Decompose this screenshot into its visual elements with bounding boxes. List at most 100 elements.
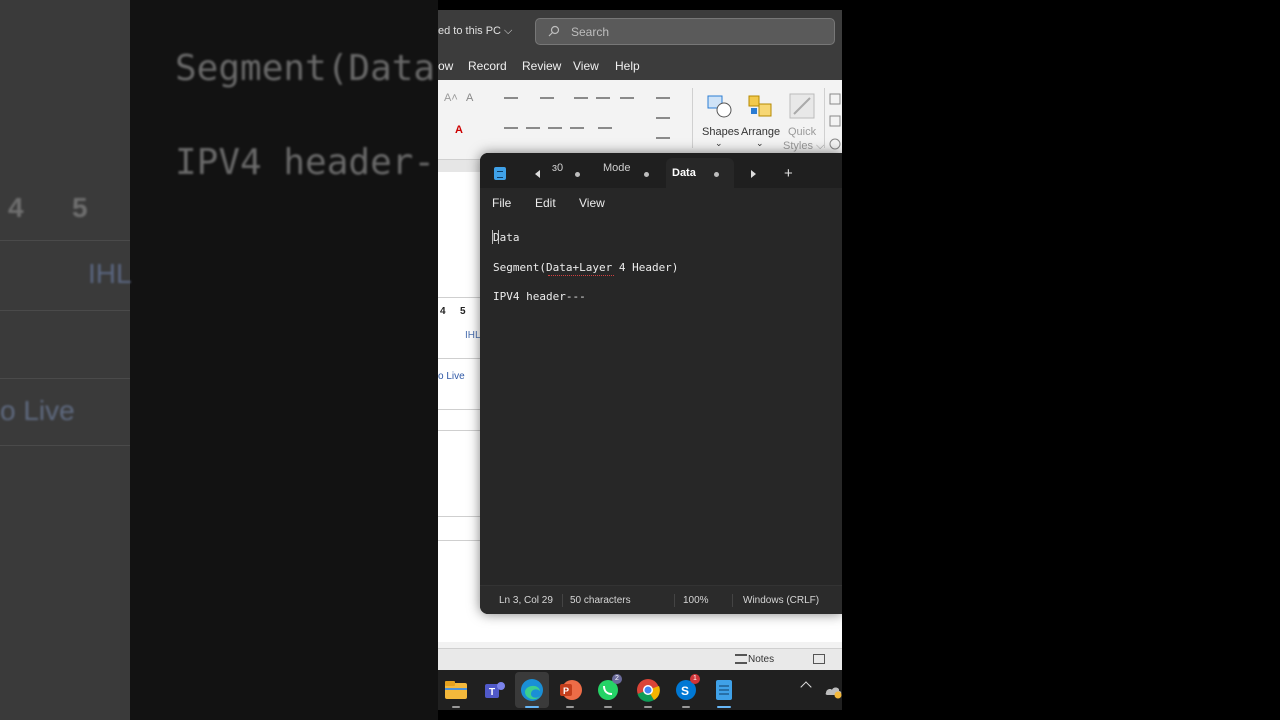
shape-format-icons[interactable] (828, 92, 842, 152)
ribbon-divider (824, 88, 825, 148)
status-divider (562, 594, 563, 607)
bg-text-ipv4: IPV4 header- (175, 142, 436, 183)
search-box[interactable]: Search (535, 18, 835, 45)
show-hidden-icons-chevron-icon[interactable] (800, 681, 812, 693)
teams-icon[interactable]: T (481, 677, 507, 703)
tab-record[interactable]: Record (468, 59, 507, 73)
running-indicator (566, 706, 574, 708)
whatsapp-badge: 2 (612, 674, 622, 684)
running-indicator (525, 706, 539, 708)
font-color-icon[interactable]: A (455, 124, 463, 136)
bg-dark (130, 0, 438, 720)
table-border (438, 516, 480, 517)
search-placeholder: Search (571, 25, 610, 39)
status-divider (732, 594, 733, 607)
notes-button[interactable]: Notes (748, 654, 774, 665)
clear-format-icon[interactable]: A (466, 92, 473, 104)
table-icon[interactable] (656, 117, 670, 119)
zoom-level[interactable]: 100% (683, 595, 709, 606)
text-editor[interactable]: Data Segment(Data+Layer 4 Header) IPV4 h… (480, 218, 842, 585)
unsaved-dot-icon (714, 172, 719, 177)
table-border (438, 540, 480, 541)
styles-label[interactable]: Styles ⌵ (783, 140, 824, 153)
character-count: 50 characters (570, 595, 631, 606)
new-tab-button[interactable]: + (784, 165, 793, 182)
bg-ihl: IHL (88, 258, 132, 289)
notepad-tabstrip: ɜ0 Mode Data + (480, 153, 842, 188)
align-center-icon[interactable] (526, 127, 540, 129)
line-ending[interactable]: Windows (CRLF) (743, 595, 819, 606)
tab-review[interactable]: Review (522, 59, 561, 73)
notepad-icon (494, 167, 506, 180)
table-cell-ihl[interactable]: IHL (465, 330, 481, 341)
tab-view[interactable]: View (573, 59, 599, 73)
screen-capture-frame: ed to this PC ⌵ Search ow Record Review … (438, 0, 842, 720)
notepad-statusbar: Ln 3, Col 29 50 characters 100% Windows … (480, 585, 842, 614)
running-indicator (682, 706, 690, 708)
align-right-icon[interactable] (548, 127, 562, 129)
sort-icon[interactable] (656, 97, 670, 99)
skype-badge: 1 (690, 674, 700, 684)
search-icon (548, 25, 560, 37)
arrange-icon[interactable] (747, 92, 775, 120)
edge-icon[interactable] (519, 677, 545, 703)
notes-icon[interactable] (735, 654, 747, 664)
chevron-down-icon[interactable]: ⌄ (756, 138, 764, 149)
file-explorer-icon[interactable] (443, 677, 469, 703)
bg-panel (0, 0, 130, 720)
bg-divider (0, 240, 130, 241)
unsaved-dot-icon (575, 172, 580, 177)
tab-1[interactable]: ɜ0 (552, 162, 563, 174)
scroll-tabs-right-icon[interactable] (751, 170, 756, 178)
quick-label[interactable]: Quick (788, 126, 816, 138)
menu-file[interactable]: File (492, 196, 511, 210)
multilevel-icon[interactable] (620, 97, 634, 99)
table-cell[interactable]: 4 (440, 306, 446, 317)
font-grow-icon[interactable]: A˄ (444, 92, 458, 104)
tab-data[interactable]: Data (666, 158, 734, 188)
powerpoint-icon[interactable]: P (557, 677, 583, 703)
shapes-label[interactable]: Shapes (702, 126, 739, 138)
onedrive-icon[interactable] (823, 677, 842, 703)
word-statusbar: Notes (438, 648, 842, 670)
black-background-right (842, 0, 1280, 720)
justify-icon[interactable] (570, 127, 584, 129)
bg-cell-5: 5 (72, 192, 88, 223)
bullets-icon[interactable] (504, 97, 518, 99)
table-border (438, 297, 480, 298)
notepad-icon[interactable] (711, 677, 737, 703)
chrome-icon[interactable] (635, 677, 661, 703)
go-live-link[interactable]: o Live (438, 371, 465, 382)
editor-line-2: Segment(Data+Layer 4 Header) (493, 261, 679, 274)
table-cell[interactable]: 5 (460, 306, 466, 317)
columns-icon[interactable] (598, 127, 612, 129)
bg-divider (0, 310, 130, 311)
align-left-icon[interactable] (504, 127, 518, 129)
tab-view-partial[interactable]: ow (438, 59, 453, 73)
arrange-label[interactable]: Arrange (741, 126, 780, 138)
menu-edit[interactable]: Edit (535, 196, 556, 210)
decrease-indent-icon[interactable] (574, 97, 588, 99)
link-icon[interactable] (656, 137, 670, 139)
table-border (438, 358, 480, 359)
scroll-tabs-left-icon[interactable] (535, 170, 540, 178)
word-ribbon-tabs: ow Record Review View Help (438, 52, 842, 80)
shapes-icon[interactable] (706, 92, 734, 120)
tab-mode[interactable]: Mode (603, 162, 631, 174)
blurred-background-left: Segment(Data IPV4 header- 4 5 IHL o Live (0, 0, 438, 720)
save-status[interactable]: ed to this PC ⌵ (438, 25, 512, 38)
quick-styles-icon[interactable] (788, 92, 816, 120)
bg-cell-4: 4 (8, 192, 24, 223)
svg-text:S: S (681, 684, 689, 698)
tab-help[interactable]: Help (615, 59, 640, 73)
bg-divider (0, 445, 130, 446)
bg-divider (0, 378, 130, 379)
chevron-down-icon[interactable]: ⌄ (715, 138, 723, 149)
table-border (438, 409, 480, 410)
increase-indent-icon[interactable] (596, 97, 610, 99)
normal-view-icon[interactable] (813, 654, 825, 664)
menu-view[interactable]: View (579, 196, 605, 210)
spellcheck-underline (548, 274, 614, 276)
word-ribbon: A˄ A A Shapes ⌄ Arrange ⌄ Quick Styles ⌵ (438, 80, 842, 160)
numbering-icon[interactable] (540, 97, 554, 99)
